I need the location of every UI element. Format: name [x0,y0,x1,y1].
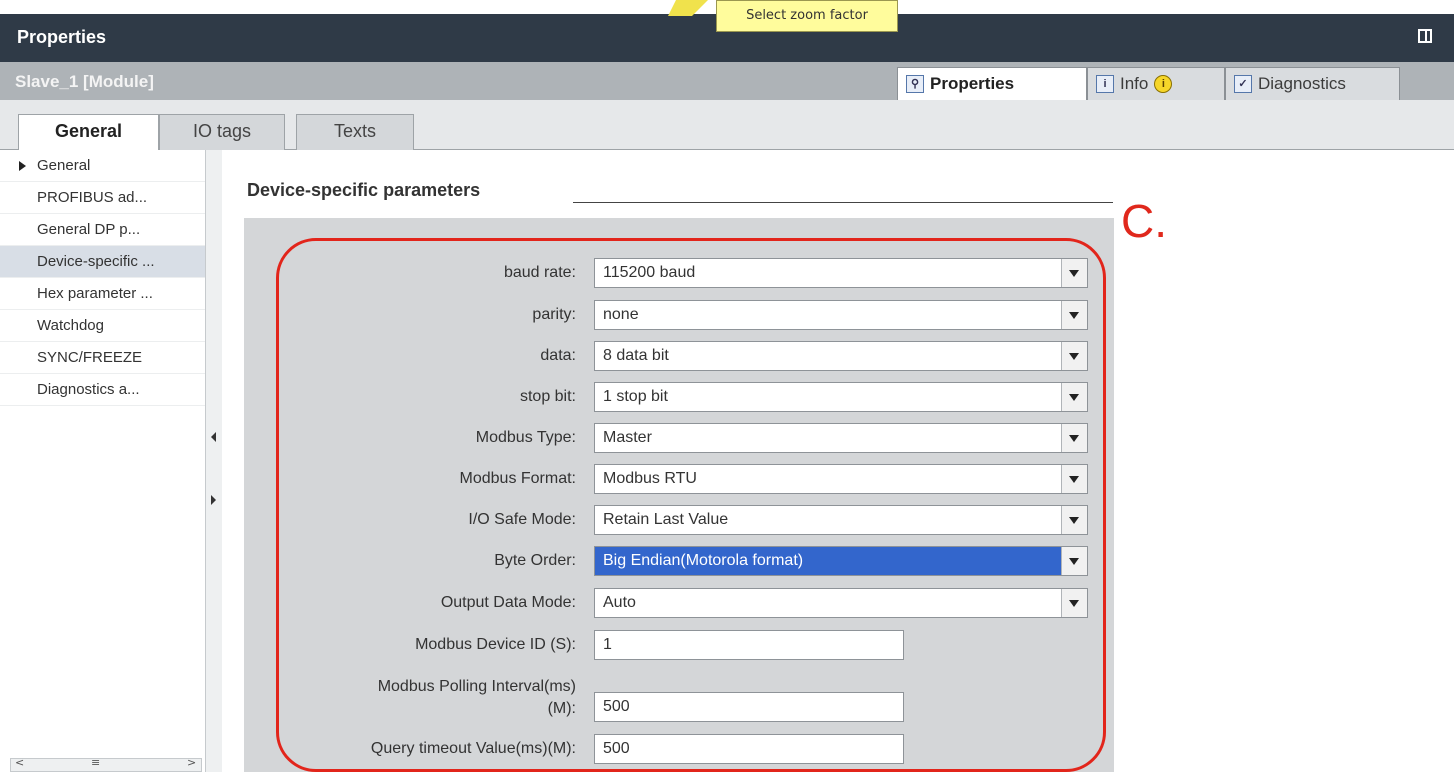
chevron-down-icon[interactable] [1061,301,1087,329]
nav-item-sync-freeze[interactable]: SYNC/FREEZE [0,342,205,374]
stop-bit-select[interactable]: 1 stop bit [594,382,1088,412]
left-nav: General PROFIBUS ad... General DP p... D… [0,150,222,772]
nav-item-label: General DP p... [37,221,141,238]
polling-interval-label-line2: (M): [547,700,576,717]
nav-item-label: General [37,157,91,174]
parity-select[interactable]: none [594,300,1088,330]
nav-item-general[interactable]: General [0,150,205,182]
nav-item-label: Device-specific ... [37,253,155,270]
tab-properties-label: Properties [930,74,1015,93]
nav-item-watchdog[interactable]: Watchdog [0,310,205,342]
nav-item-label: Diagnostics a... [37,381,140,398]
tab-diagnostics-label: Diagnostics [1258,74,1346,93]
section-title: Device-specific parameters [247,180,481,200]
tab-properties[interactable]: ⚲ Properties [897,67,1087,100]
output-data-mode-select[interactable]: Auto [594,588,1088,618]
scroll-left-icon[interactable]: < [15,756,24,769]
object-title: Slave_1 [Module] [15,72,154,91]
section-divider [573,202,1113,203]
byte-order-value: Big Endian(Motorola format) [603,552,804,569]
expand-right-icon[interactable] [211,495,216,505]
scroll-thumb-icon[interactable]: ≡ [91,756,100,769]
data-bits-select[interactable]: 8 data bit [594,341,1088,371]
chevron-down-icon[interactable] [1061,383,1087,411]
tab-info-label: Info [1120,74,1149,93]
stop-bit-value: 1 stop bit [603,388,668,405]
polling-interval-input[interactable]: 500 [594,692,904,722]
baud-rate-label: baud rate: [503,264,576,281]
modbus-format-select[interactable]: Modbus RTU [594,464,1088,494]
chevron-down-icon[interactable] [1061,589,1087,617]
tab-io-tags[interactable]: IO tags [159,114,285,150]
parity-value: none [603,306,639,323]
chevron-down-icon[interactable] [1061,424,1087,452]
polling-interval-label: Modbus Polling Interval(ms) (M): [378,676,576,720]
nav-splitter[interactable] [205,150,222,772]
chevron-down-icon[interactable] [1061,342,1087,370]
data-bits-value: 8 data bit [603,347,669,364]
collapse-left-icon[interactable] [211,432,216,442]
nav-item-diagnostics[interactable]: Diagnostics a... [0,374,205,406]
modbus-type-value: Master [603,429,652,446]
baud-rate-select[interactable]: 115200 baud [594,258,1088,288]
query-timeout-input[interactable]: 500 [594,734,904,764]
modbus-type-select[interactable]: Master [594,423,1088,453]
annotation-label: C. [1121,195,1167,247]
chevron-down-icon[interactable] [1061,547,1087,575]
pin-icon[interactable] [1418,29,1432,43]
nav-hscrollbar[interactable]: < ≡ > [10,756,202,772]
modbus-type-label: Modbus Type: [475,429,576,446]
query-timeout-label: Query timeout Value(ms)(M): [370,740,576,757]
byte-order-select[interactable]: Big Endian(Motorola format) [594,546,1088,576]
nav-item-hex-parameter[interactable]: Hex parameter ... [0,278,205,310]
stop-bit-label: stop bit: [519,388,576,405]
nav-item-label: SYNC/FREEZE [37,349,143,366]
info-alert-icon: i [1154,75,1173,93]
io-safe-mode-label: I/O Safe Mode: [468,511,576,528]
modbus-device-id-input[interactable]: 1 [594,630,904,660]
nav-item-label: Watchdog [37,317,104,334]
info-tab-icon: i [1096,75,1114,93]
zoom-tooltip: Select zoom factor [716,0,898,32]
nav-item-label: PROFIBUS ad... [37,189,148,206]
byte-order-label: Byte Order: [494,552,576,569]
modbus-format-value: Modbus RTU [603,470,697,487]
diagnostics-icon: ✓ [1234,75,1252,93]
object-header: Slave_1 [Module] ⚲ Properties i Info i ✓… [0,62,1454,100]
tab-texts[interactable]: Texts [296,114,414,150]
polling-interval-label-line1: Modbus Polling Interval(ms) [377,678,576,695]
chevron-down-icon[interactable] [1061,465,1087,493]
chevron-down-icon[interactable] [1061,506,1087,534]
modbus-format-label: Modbus Format: [459,470,576,487]
expand-arrow-icon[interactable] [19,161,26,171]
tab-diagnostics[interactable]: ✓ Diagnostics [1225,67,1400,100]
modbus-device-id-label: Modbus Device ID (S): [415,636,576,653]
data-label: data: [540,347,576,364]
nav-item-label: Hex parameter ... [37,285,153,302]
output-data-mode-label: Output Data Mode: [440,594,576,611]
nav-item-profibus[interactable]: PROFIBUS ad... [0,182,205,214]
header-title: Properties [17,27,107,47]
tab-general[interactable]: General [18,114,159,151]
parity-label: parity: [532,306,576,323]
output-data-mode-value: Auto [603,594,636,611]
nav-item-general-dp[interactable]: General DP p... [0,214,205,246]
tab-info[interactable]: i Info i [1087,67,1225,100]
io-safe-mode-select[interactable]: Retain Last Value [594,505,1088,535]
tab-row: General IO tags Texts [0,100,1454,151]
properties-icon: ⚲ [906,75,924,93]
nav-item-device-specific[interactable]: Device-specific ... [0,246,205,278]
io-safe-mode-value: Retain Last Value [603,511,729,528]
chevron-down-icon[interactable] [1061,259,1087,287]
scroll-right-icon[interactable]: > [187,756,196,769]
baud-rate-value: 115200 baud [603,264,696,281]
